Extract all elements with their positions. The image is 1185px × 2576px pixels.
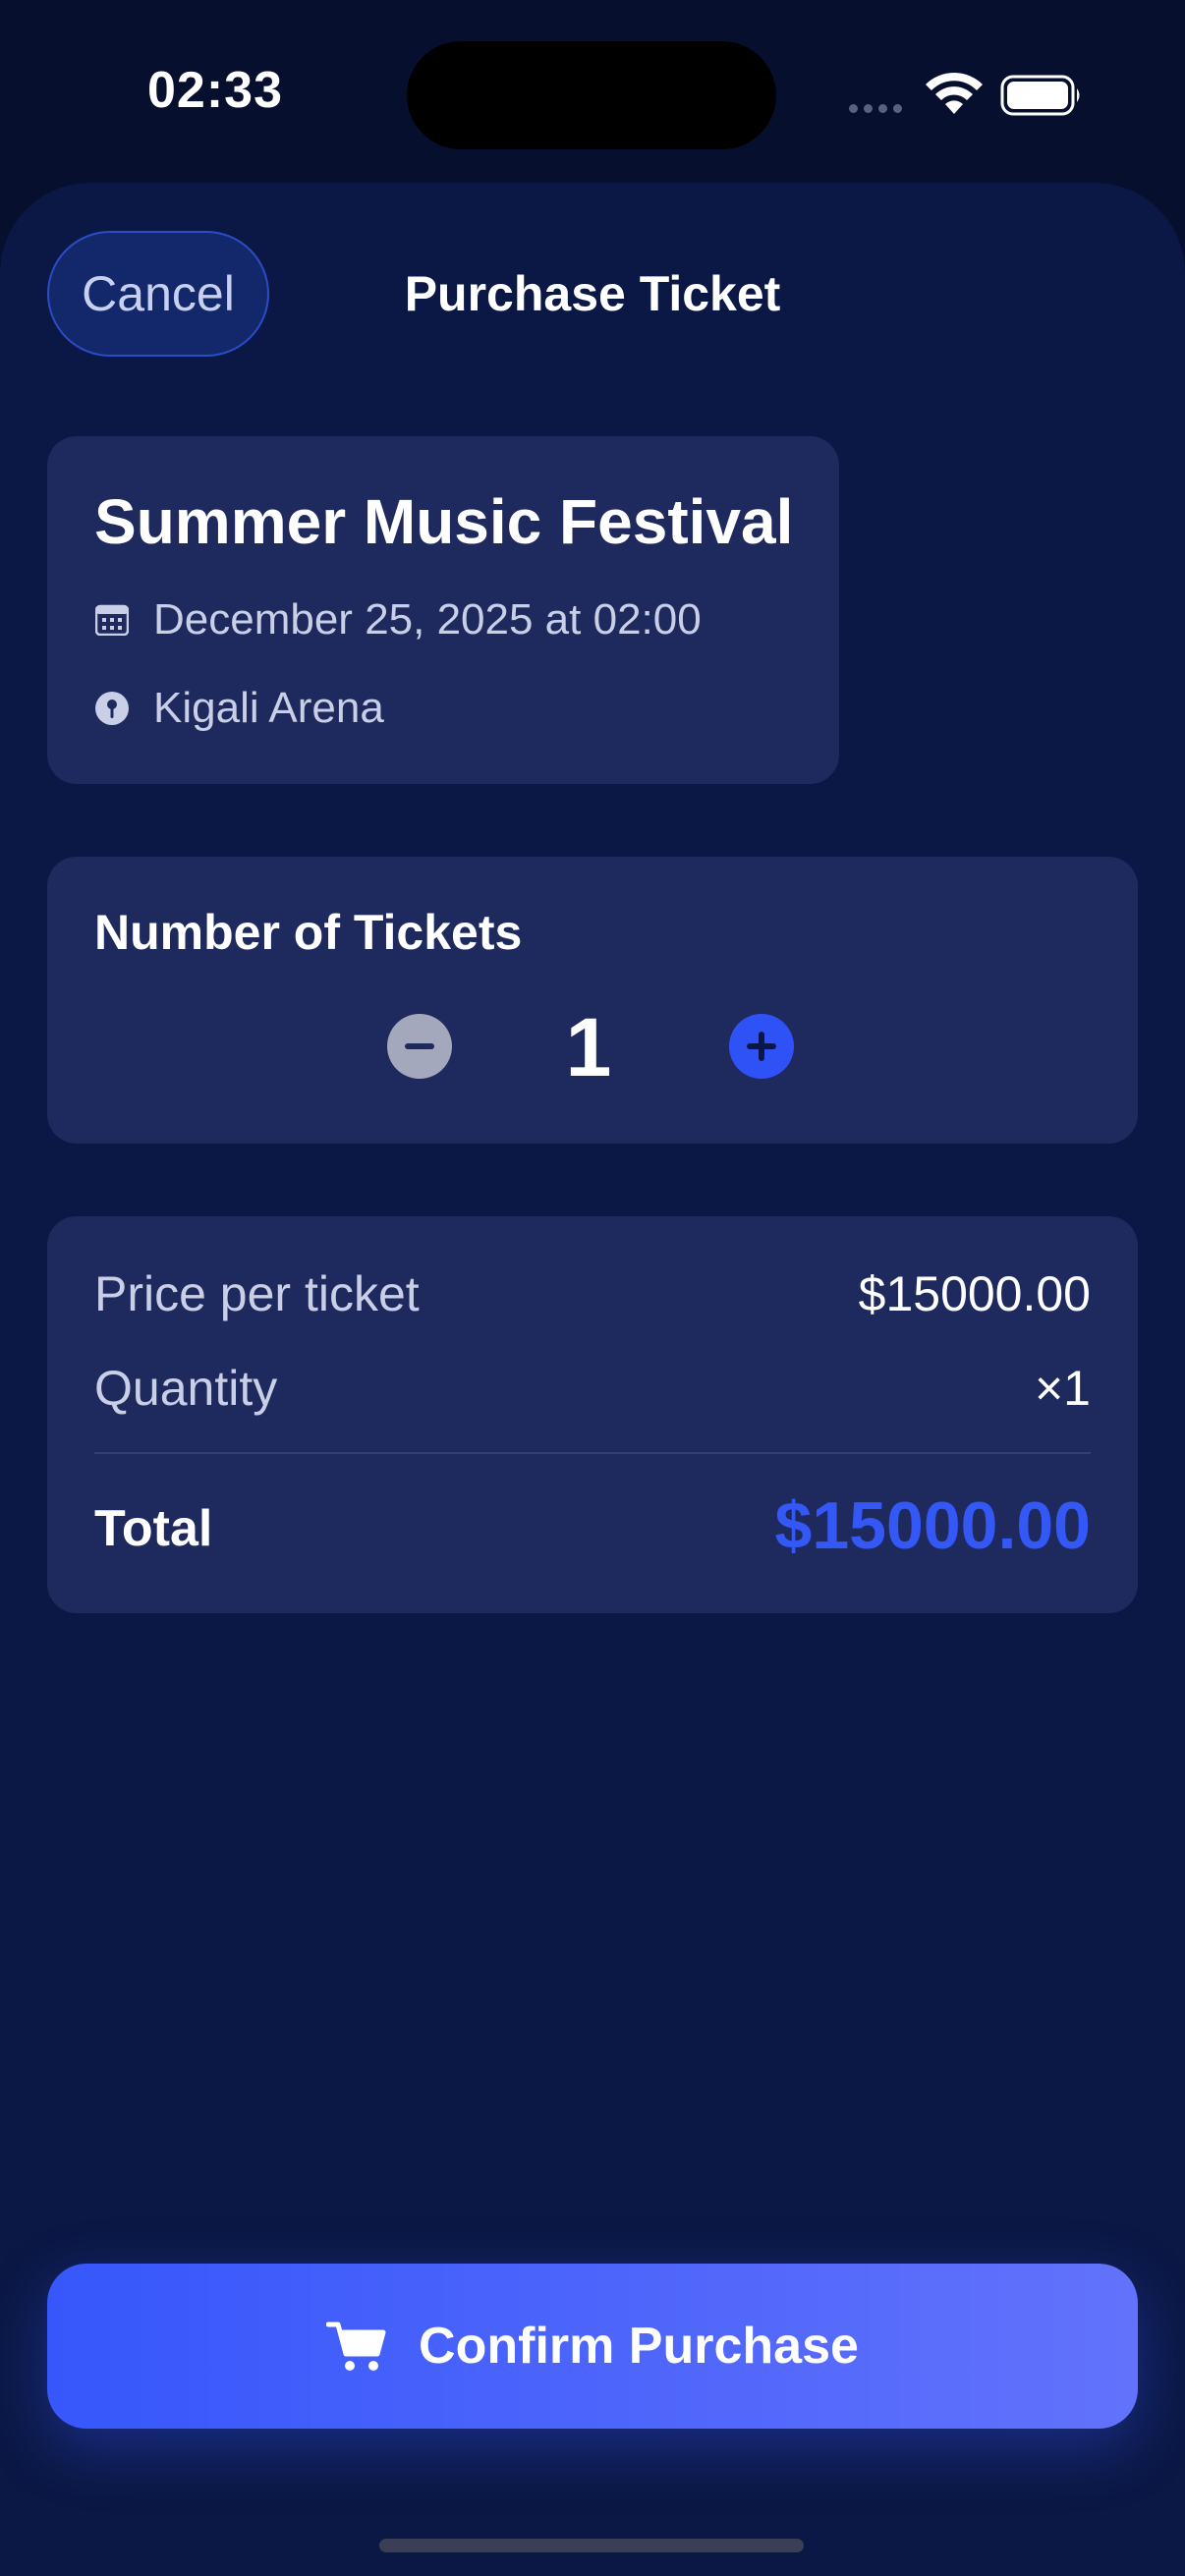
ticket-count-label: Number of Tickets — [94, 905, 523, 960]
price-per-ticket-label: Price per ticket — [94, 1266, 420, 1321]
event-card: Summer Music Festival December 25, 2025 … — [47, 436, 839, 784]
battery-icon — [1000, 75, 1080, 116]
event-title: Summer Music Festival — [94, 486, 794, 557]
event-date-row: December 25, 2025 at 02:00 — [94, 595, 702, 644]
summary-divider — [94, 1452, 1091, 1454]
plus-circle-icon[interactable] — [729, 1014, 794, 1079]
calendar-icon — [94, 602, 130, 638]
event-venue: Kigali Arena — [153, 684, 384, 732]
ticket-count-value: 1 — [565, 1001, 612, 1093]
confirm-purchase-label: Confirm Purchase — [419, 2318, 859, 2375]
status-time: 02:33 — [147, 62, 283, 119]
purchase-ticket-screen: 02:33 Cancel Purchase Ticket Summer Musi… — [0, 0, 1185, 2576]
event-venue-row: Kigali Arena — [94, 684, 384, 733]
wifi-icon — [926, 72, 983, 114]
minus-circle-icon[interactable] — [387, 1014, 452, 1079]
page-title: Purchase Ticket — [404, 266, 781, 321]
cellular-signal-icon — [849, 104, 902, 113]
event-datetime: December 25, 2025 at 02:00 — [153, 595, 702, 644]
cart-icon — [326, 2322, 386, 2371]
total-value: $15000.00 — [774, 1488, 1091, 1563]
location-icon — [94, 691, 130, 726]
total-label: Total — [94, 1500, 213, 1557]
quantity-value: ×1 — [1034, 1361, 1091, 1416]
dynamic-island — [407, 41, 776, 149]
ticket-quantity-card: Number of Tickets 1 — [47, 857, 1138, 1144]
confirm-purchase-button[interactable]: Confirm Purchase — [47, 2264, 1138, 2429]
quantity-label: Quantity — [94, 1361, 278, 1416]
price-per-ticket-value: $15000.00 — [858, 1266, 1091, 1321]
home-indicator[interactable] — [379, 2539, 804, 2552]
price-summary-card: Price per ticket $15000.00 Quantity ×1 T… — [47, 1216, 1138, 1613]
